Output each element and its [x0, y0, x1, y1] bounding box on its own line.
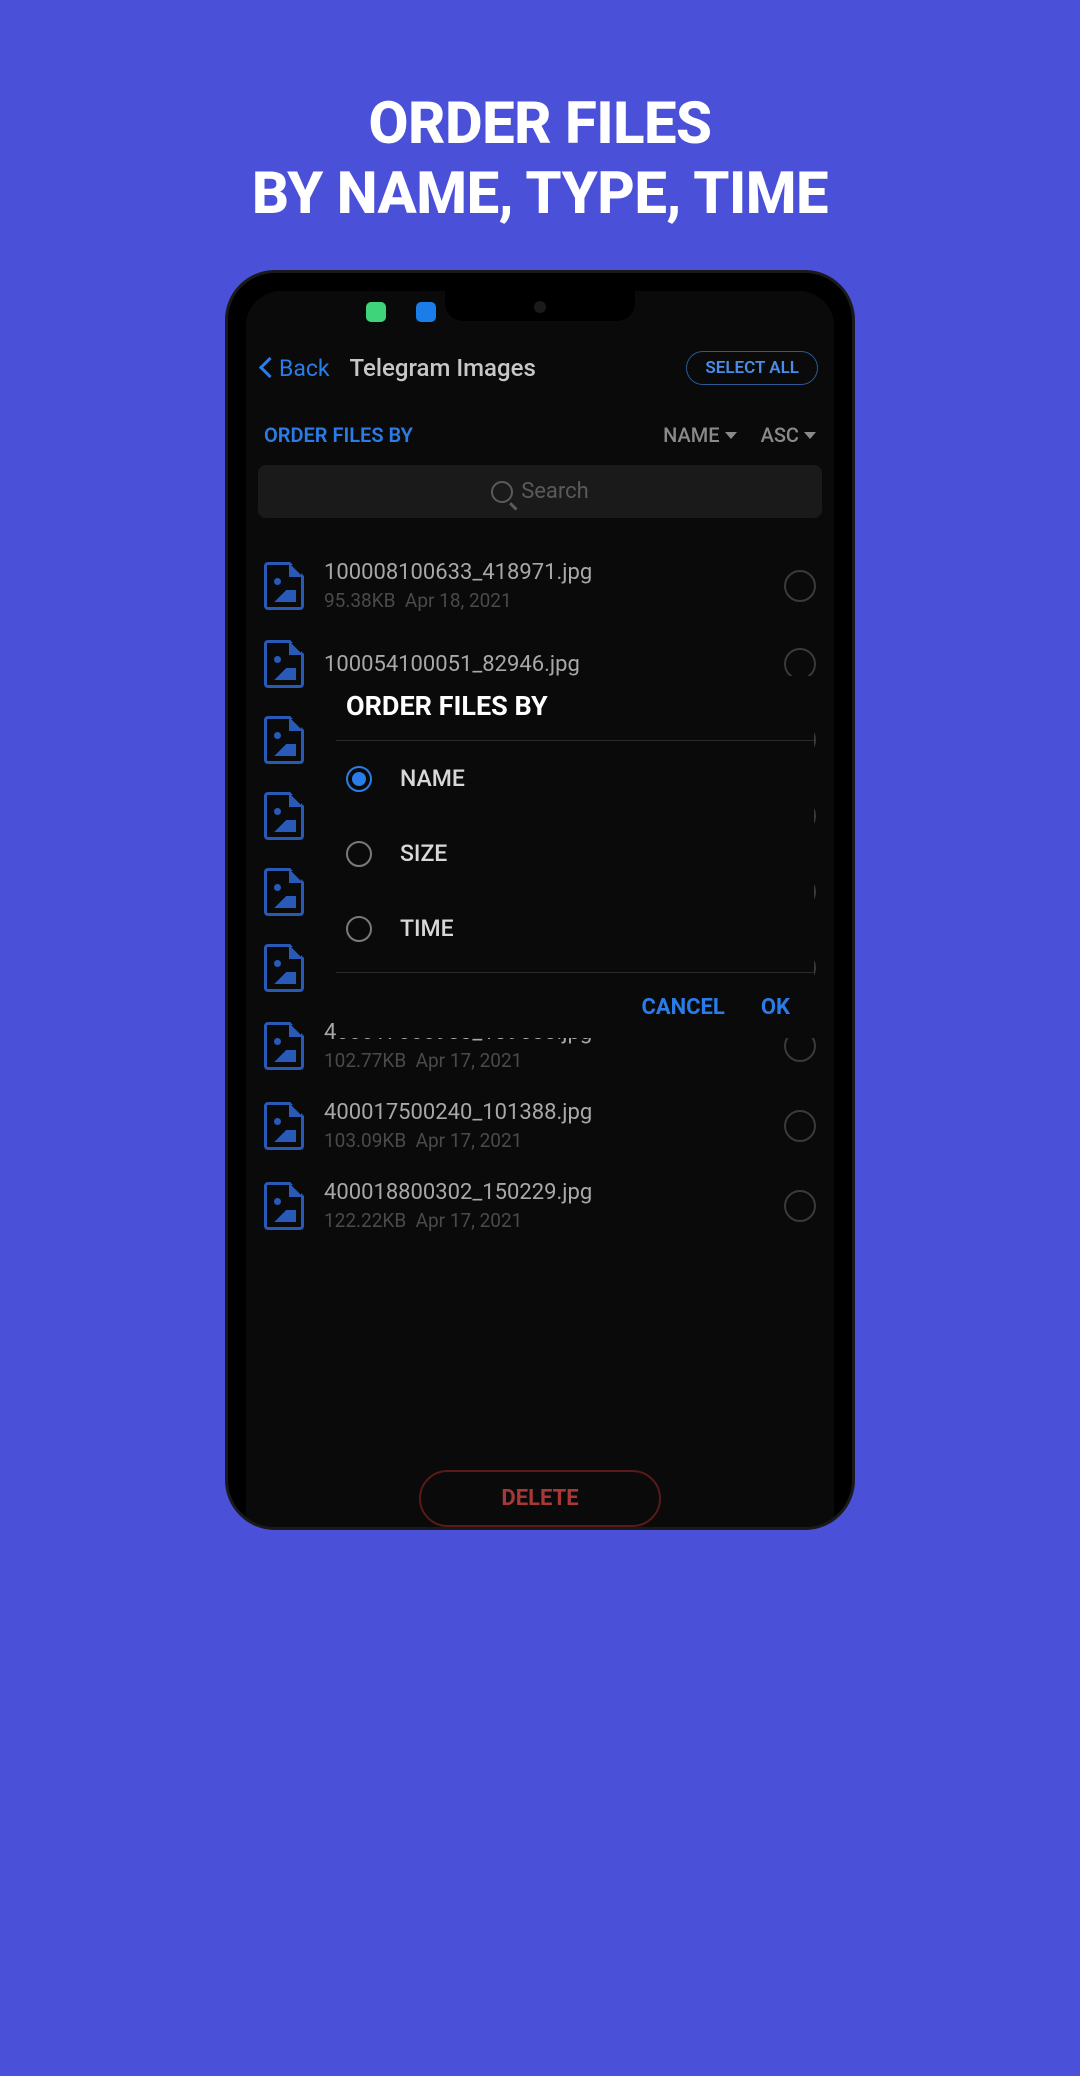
file-checkbox[interactable] [784, 1110, 816, 1142]
search-placeholder: Search [521, 479, 589, 504]
promo-title: ORDER FILES BY NAME, TYPE, TIME [0, 0, 1080, 229]
image-file-icon [264, 640, 304, 688]
file-name: 100008100633_418971.jpg [324, 560, 764, 585]
back-label: Back [279, 355, 330, 382]
dialog-option-time[interactable]: TIME [336, 891, 814, 966]
image-file-icon [264, 716, 304, 764]
file-name: 400017500240_101388.jpg [324, 1100, 764, 1125]
status-icon [366, 302, 386, 322]
file-checkbox[interactable] [784, 570, 816, 602]
search-icon [491, 481, 513, 503]
order-dialog: ORDER FILES BY NAME SIZE TIME CANCEL OK [336, 676, 814, 1038]
image-file-icon [264, 868, 304, 916]
sort-direction-dropdown[interactable]: ASC [761, 423, 816, 447]
file-item[interactable]: 100008100633_418971.jpg 95.38KB Apr 18, … [246, 546, 834, 626]
select-all-button[interactable]: SELECT ALL [686, 351, 818, 385]
image-file-icon [264, 1102, 304, 1150]
page-title: Telegram Images [350, 354, 536, 382]
radio-icon [346, 841, 372, 867]
file-item[interactable]: 400017500240_101388.jpg 103.09KB Apr 17,… [246, 1086, 834, 1166]
image-file-icon [264, 562, 304, 610]
image-file-icon [264, 792, 304, 840]
image-file-icon [264, 1182, 304, 1230]
sort-field-dropdown[interactable]: NAME [663, 423, 736, 447]
file-name: 400018800302_150229.jpg [324, 1180, 764, 1205]
status-icon [416, 302, 436, 322]
ok-button[interactable]: OK [761, 995, 790, 1020]
file-meta: 122.22KB Apr 17, 2021 [324, 1209, 764, 1232]
delete-button[interactable]: DELETE [419, 1470, 660, 1527]
image-file-icon [264, 1022, 304, 1070]
dialog-option-size[interactable]: SIZE [336, 816, 814, 891]
file-item[interactable]: 400018800302_150229.jpg 122.22KB Apr 17,… [246, 1166, 834, 1246]
radio-icon [346, 766, 372, 792]
file-meta: 103.09KB Apr 17, 2021 [324, 1129, 764, 1152]
caret-down-icon [804, 432, 816, 439]
cancel-button[interactable]: CANCEL [641, 995, 724, 1020]
file-meta: 102.77KB Apr 17, 2021 [324, 1049, 764, 1072]
dialog-option-name[interactable]: NAME [336, 741, 814, 816]
chevron-left-icon [262, 356, 277, 380]
dialog-title: ORDER FILES BY [336, 676, 814, 741]
sort-controls: ORDER FILES BY NAME ASC [246, 403, 834, 465]
phone-notch [445, 291, 635, 321]
app-header: Back Telegram Images SELECT ALL [246, 333, 834, 403]
caret-down-icon [725, 432, 737, 439]
phone-frame: Back Telegram Images SELECT ALL ORDER FI… [225, 270, 855, 1530]
back-button[interactable]: Back [262, 355, 330, 382]
file-checkbox[interactable] [784, 1190, 816, 1222]
search-input[interactable]: Search [258, 465, 822, 518]
order-by-label[interactable]: ORDER FILES BY [264, 423, 639, 447]
file-meta: 95.38KB Apr 18, 2021 [324, 589, 764, 612]
image-file-icon [264, 944, 304, 992]
file-name: 100054100051_82946.jpg [324, 652, 764, 677]
radio-icon [346, 916, 372, 942]
